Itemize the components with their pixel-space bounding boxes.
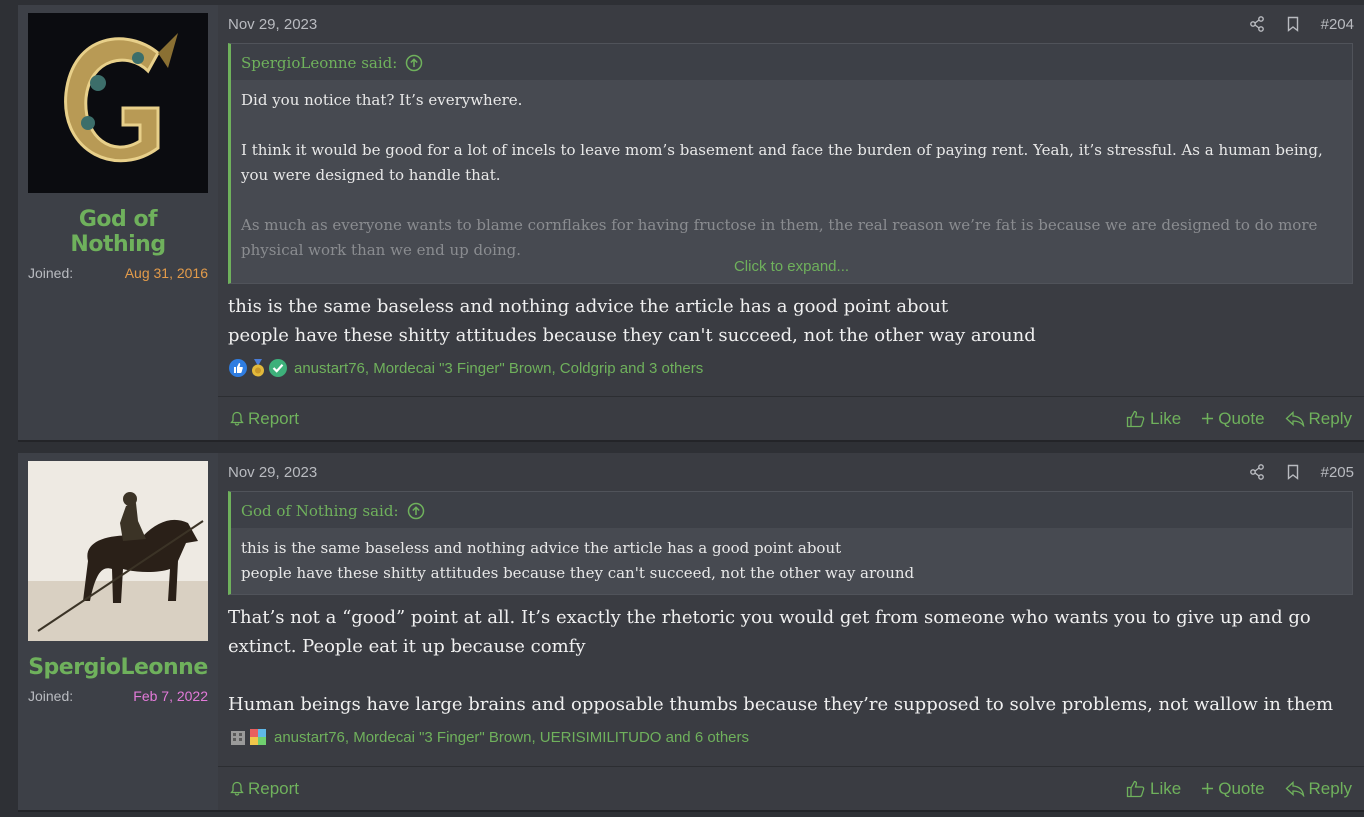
quote-body: this is the same baseless and nothing ad… xyxy=(231,528,1352,594)
reply-button[interactable]: Reply xyxy=(1285,409,1352,429)
check-reaction-icon xyxy=(269,359,287,377)
bell-icon xyxy=(230,781,244,796)
post-line: people have these shitty attitudes becau… xyxy=(228,325,1036,346)
username[interactable]: God of Nothing xyxy=(28,207,208,257)
joined-date: Feb 7, 2022 xyxy=(133,688,208,704)
arrow-up-circle-icon[interactable] xyxy=(405,54,423,72)
post-number[interactable]: #205 xyxy=(1321,464,1354,481)
post-body: this is the same baseless and nothing ad… xyxy=(228,292,1354,350)
quote-header[interactable]: SpergioLeonne said: xyxy=(231,44,1352,80)
report-label: Report xyxy=(248,778,300,798)
like-label: Like xyxy=(1150,408,1182,428)
plus-icon xyxy=(1202,413,1214,424)
quote-author[interactable]: God of Nothing said: xyxy=(241,502,399,520)
joined-label: Joined: xyxy=(28,265,74,281)
reactions-bar[interactable]: anustart76, Mordecai "3 Finger" Brown, U… xyxy=(228,727,1354,747)
post-number[interactable]: #204 xyxy=(1321,16,1354,33)
reactions-text[interactable]: anustart76, Mordecai "3 Finger" Brown, C… xyxy=(294,360,703,377)
avatar[interactable] xyxy=(28,13,208,193)
like-label: Like xyxy=(1150,778,1182,798)
post-content: Nov 29, 2023 #205 God of Nothing said: t… xyxy=(218,453,1364,810)
post-body: That’s not a “good” point at all. It’s e… xyxy=(228,603,1354,719)
bookmark-icon[interactable] xyxy=(1285,464,1301,480)
quote-header[interactable]: God of Nothing said: xyxy=(231,492,1352,528)
click-to-expand-link[interactable]: Click to expand... xyxy=(231,254,1352,279)
post-date[interactable]: Nov 29, 2023 xyxy=(228,464,317,481)
report-button[interactable]: Report xyxy=(230,779,299,799)
report-button[interactable]: Report xyxy=(230,409,299,429)
reply-arrow-icon xyxy=(1285,780,1304,797)
post-header: Nov 29, 2023 #204 xyxy=(228,5,1354,43)
quote-button[interactable]: Quote xyxy=(1201,778,1265,799)
avatar[interactable] xyxy=(28,461,208,641)
quote-block: God of Nothing said: this is the same ba… xyxy=(228,491,1353,595)
thumbs-up-icon xyxy=(1126,410,1145,427)
post-205: SpergioLeonne Joined: Feb 7, 2022 Nov 29… xyxy=(18,453,1364,812)
bell-icon xyxy=(230,411,244,426)
reactions-bar[interactable]: anustart76, Mordecai "3 Finger" Brown, C… xyxy=(228,358,1354,378)
post-content: Nov 29, 2023 #204 SpergioLeonne said: Di… xyxy=(218,5,1364,440)
quote-paragraph: this is the same baseless and nothing ad… xyxy=(241,539,842,557)
building-reaction-icon xyxy=(231,731,245,745)
like-button[interactable]: Like xyxy=(1126,779,1181,799)
reply-button[interactable]: Reply xyxy=(1285,779,1352,799)
post-paragraph: That’s not a “good” point at all. It’s e… xyxy=(228,607,1311,657)
reply-label: Reply xyxy=(1308,778,1352,798)
quote-paragraph: Did you notice that? It’s everywhere. xyxy=(241,91,523,109)
quote-paragraph: people have these shitty attitudes becau… xyxy=(241,564,915,582)
arrow-up-circle-icon[interactable] xyxy=(407,502,425,520)
reply-label: Reply xyxy=(1308,408,1352,428)
quote-button[interactable]: Quote xyxy=(1201,408,1265,429)
post-line: this is the same baseless and nothing ad… xyxy=(228,296,949,317)
thumbs-up-icon xyxy=(1126,780,1145,797)
report-label: Report xyxy=(248,408,300,428)
user-panel: SpergioLeonne Joined: Feb 7, 2022 xyxy=(18,453,218,810)
quote-author[interactable]: SpergioLeonne said: xyxy=(241,54,397,72)
post-footer: Report Like Quote Reply xyxy=(218,766,1364,810)
post-header: Nov 29, 2023 #205 xyxy=(228,453,1354,491)
post-footer: Report Like Quote Reply xyxy=(218,396,1364,440)
quote-label: Quote xyxy=(1218,778,1265,798)
quote-body: Did you notice that? It’s everywhere. I … xyxy=(231,80,1352,283)
like-button[interactable]: Like xyxy=(1126,409,1181,429)
joined-date: Aug 31, 2016 xyxy=(124,265,208,281)
medal-reaction-icon xyxy=(252,359,264,377)
quote-label: Quote xyxy=(1218,408,1265,428)
quote-block: SpergioLeonne said: Did you notice that?… xyxy=(228,43,1353,284)
joined-label: Joined: xyxy=(28,688,74,704)
share-icon[interactable] xyxy=(1249,464,1265,480)
share-icon[interactable] xyxy=(1249,16,1265,32)
reply-arrow-icon xyxy=(1285,410,1304,427)
user-panel: God of Nothing Joined: Aug 31, 2016 xyxy=(18,5,218,440)
like-reaction-icon xyxy=(229,359,247,377)
reaction-icons xyxy=(228,358,288,378)
post-date[interactable]: Nov 29, 2023 xyxy=(228,16,317,33)
post-paragraph: Human beings have large brains and oppos… xyxy=(228,694,1334,715)
plus-icon xyxy=(1202,783,1214,794)
bookmark-icon[interactable] xyxy=(1285,16,1301,32)
quote-paragraph: I think it would be good for a lot of in… xyxy=(241,141,1323,184)
joined-info: Joined: Feb 7, 2022 xyxy=(28,688,208,704)
reaction-icons xyxy=(228,727,268,747)
puzzle-reaction-icon xyxy=(250,729,266,745)
joined-info: Joined: Aug 31, 2016 xyxy=(28,265,208,281)
username[interactable]: SpergioLeonne xyxy=(28,655,208,680)
post-204: God of Nothing Joined: Aug 31, 2016 Nov … xyxy=(18,5,1364,442)
reactions-text[interactable]: anustart76, Mordecai "3 Finger" Brown, U… xyxy=(274,729,749,746)
